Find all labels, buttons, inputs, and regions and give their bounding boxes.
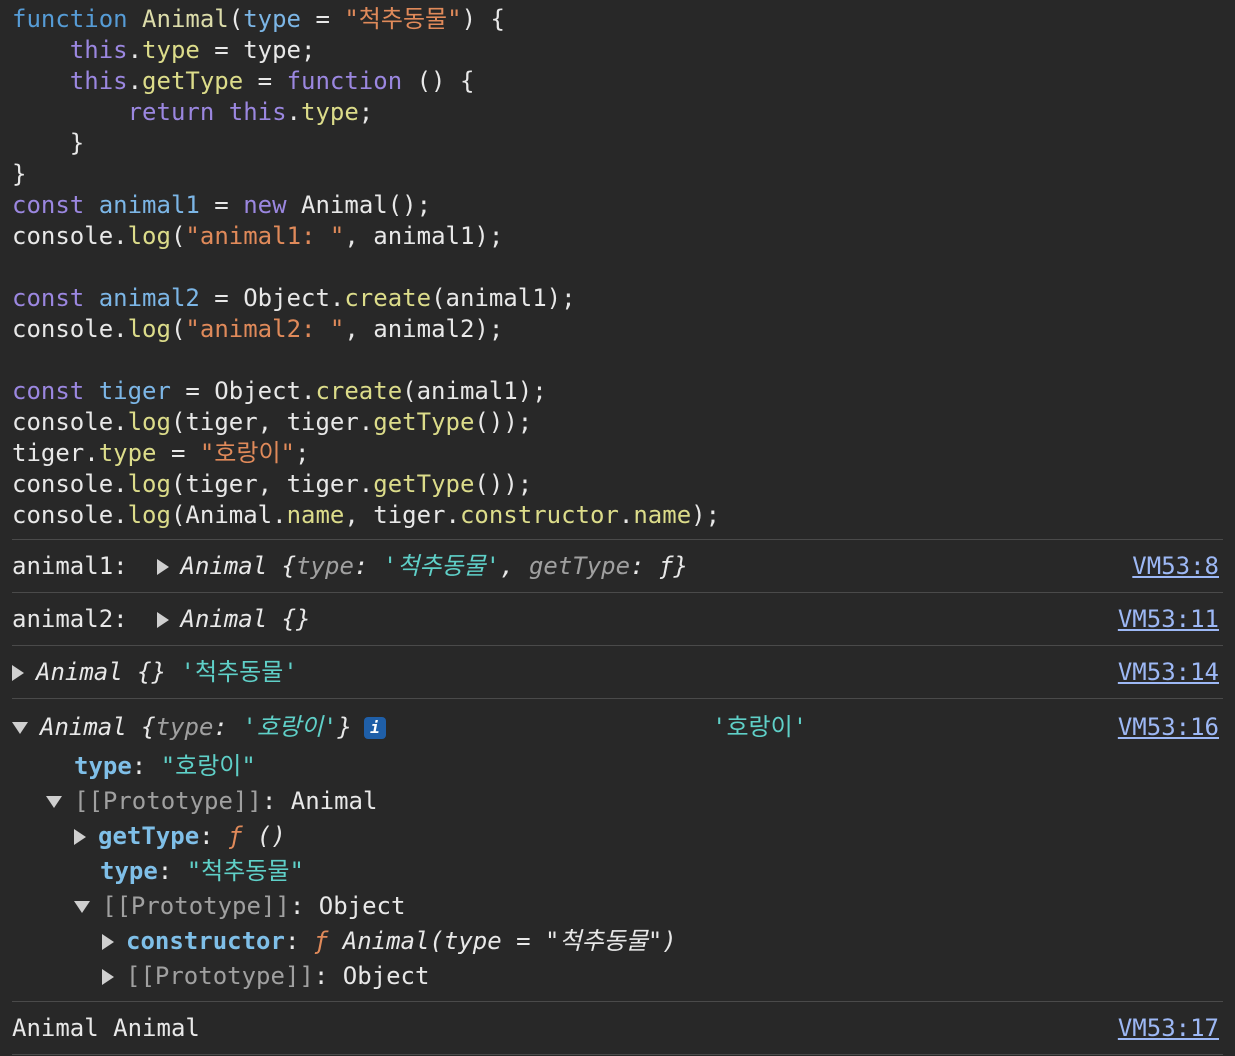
- tree-row[interactable]: [[Prototype]]: Object: [12, 889, 1223, 924]
- tree-row: type: "호랑이": [74, 752, 256, 780]
- source-link[interactable]: VM53:14: [1118, 646, 1219, 698]
- expand-arrow-icon[interactable]: [156, 612, 169, 628]
- expand-arrow-icon[interactable]: [102, 969, 114, 985]
- code-line-17: console.log(Animal.name, tiger.construct…: [12, 501, 721, 529]
- collapse-arrow-icon[interactable]: [74, 901, 90, 913]
- tree-row[interactable]: [[Prototype]]: Animal: [12, 784, 1223, 819]
- code-line-14: console.log(tiger, tiger.getType());: [12, 408, 533, 436]
- collapse-arrow-icon[interactable]: [12, 722, 28, 734]
- console-message: Animal {} '척추동물' VM53:14: [12, 645, 1223, 698]
- code-line-11: console.log("animal2: ", animal2);: [12, 315, 504, 343]
- collapse-arrow-icon[interactable]: [46, 796, 62, 808]
- console-message-expanded: Animal {type: '호랑이'} i '호랑이' VM53:16 type: …: [12, 698, 1223, 1001]
- tree-row[interactable]: [[Prototype]]: Object: [12, 959, 1223, 1001]
- code-line-1: function Animal(type = "척추동물") {: [12, 5, 505, 33]
- info-icon[interactable]: i: [363, 717, 386, 739]
- code-line-2: this.type = type;: [69, 36, 316, 64]
- code-line-13: const tiger = Object.create(animal1);: [12, 377, 547, 405]
- code-editor[interactable]: function Animal(type = "척추동물") { this.ty…: [0, 0, 1235, 531]
- code-line-10: const animal2 = Object.create(animal1);: [12, 284, 576, 312]
- code-line-3: this.getType = function () {: [69, 67, 475, 95]
- code-line-6: }: [12, 160, 27, 188]
- code-line-7: const animal1 = new Animal();: [12, 191, 432, 219]
- code-line-4: return this.type;: [127, 98, 374, 126]
- expand-arrow-icon[interactable]: [156, 559, 169, 575]
- console-message: animal2: Animal {} VM53:11: [12, 592, 1223, 645]
- code-line-5: }: [12, 129, 85, 157]
- source-link[interactable]: VM53:8: [1132, 540, 1219, 592]
- expand-arrow-icon[interactable]: [12, 665, 24, 681]
- expand-arrow-icon[interactable]: [74, 829, 86, 845]
- code-line-16: console.log(tiger, tiger.getType());: [12, 470, 533, 498]
- tree-row: type: "척추동물": [100, 857, 304, 885]
- source-link[interactable]: VM53:17: [1118, 1002, 1219, 1054]
- tree-row[interactable]: getType: ƒ (): [12, 819, 1223, 854]
- console-output: animal1: Animal {type: '척추동물', getType: …: [0, 539, 1235, 1055]
- code-line-8: console.log("animal1: ", animal1);: [12, 222, 504, 250]
- code-line-15: tiger.type = "호랑이";: [12, 439, 310, 467]
- source-link[interactable]: VM53:11: [1118, 593, 1219, 645]
- console-message: animal1: Animal {type: '척추동물', getType: …: [12, 539, 1223, 592]
- expand-arrow-icon[interactable]: [102, 934, 114, 950]
- tree-row[interactable]: constructor: ƒ Animal(type = "척추동물"): [12, 924, 1223, 959]
- console-message: Animal Animal VM53:17: [12, 1001, 1223, 1055]
- source-link[interactable]: VM53:16: [1118, 699, 1219, 755]
